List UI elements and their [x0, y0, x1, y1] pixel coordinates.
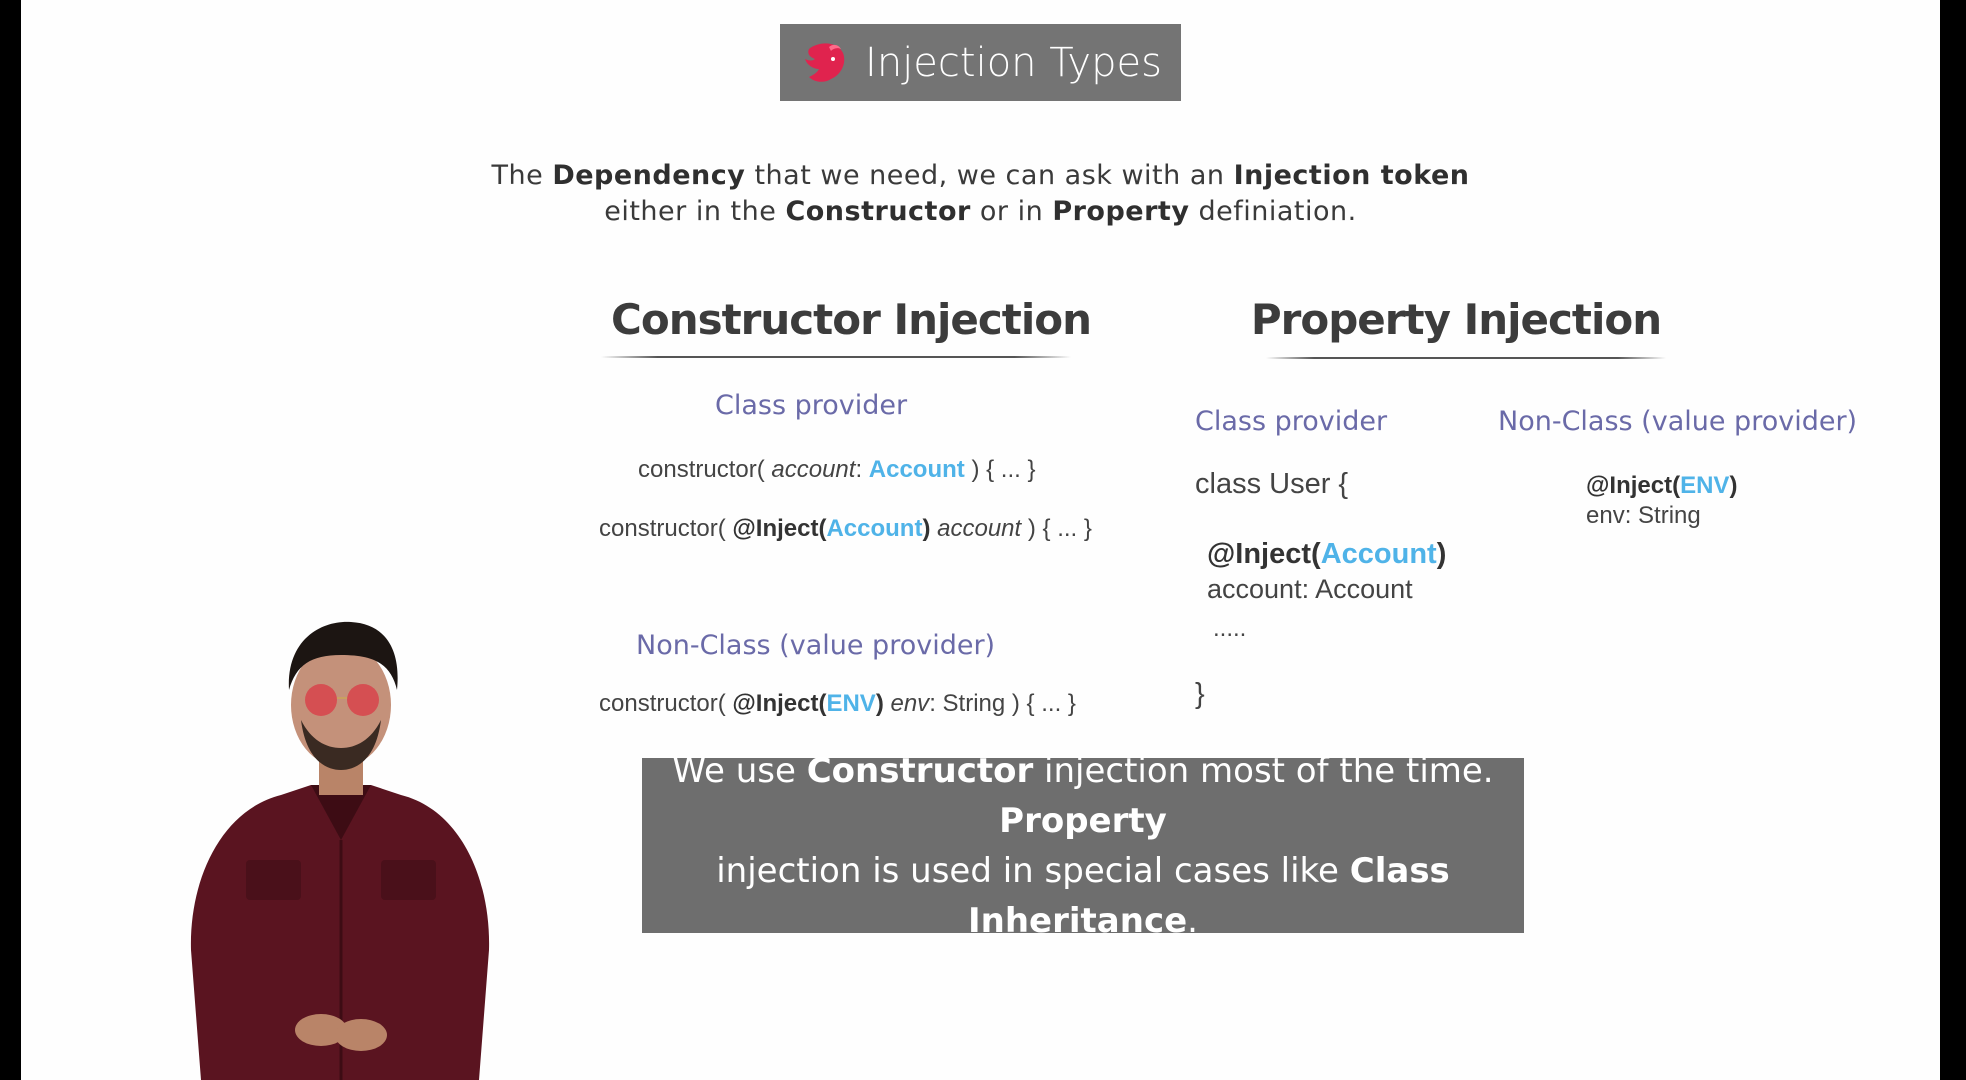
- code-text: :: [855, 456, 869, 483]
- code-param: env: [883, 690, 930, 717]
- banner-text: injection most of the time.: [1033, 750, 1494, 791]
- intro-text: or in: [970, 196, 1053, 227]
- code-text: ) { ... }: [1021, 515, 1092, 542]
- code-decorator: ): [1729, 472, 1738, 499]
- property-injection-heading: Property Injection: [1250, 295, 1662, 344]
- property-class-close: }: [1195, 678, 1205, 710]
- code-text: constructor(: [599, 515, 733, 542]
- code-type-highlight: Account: [826, 515, 923, 542]
- intro-line-2: either in the Constructor or in Property…: [21, 196, 1940, 227]
- banner-line-1: We use Constructor injection most of the…: [642, 746, 1524, 846]
- intro-keyword: Constructor: [785, 196, 971, 227]
- intro-keyword: Injection token: [1233, 160, 1470, 191]
- constructor-class-code-2: constructor( @Inject(Account) account ) …: [599, 515, 1092, 543]
- constructor-class-code-1: constructor( account: Account ) { ... }: [638, 456, 1035, 484]
- property-class-provider-label: Class provider: [1195, 406, 1388, 437]
- code-param: account: [930, 515, 1022, 542]
- property-env-inject-decorator: @Inject(ENV): [1586, 472, 1737, 500]
- code-text: ) { ... }: [964, 456, 1036, 483]
- code-text: : String ) { ... }: [929, 690, 1076, 717]
- constructor-class-provider-label: Class provider: [715, 390, 908, 421]
- slide: P ıl Injection Types The Dependency that…: [21, 0, 1940, 1080]
- property-non-class-label: Non-Class (value provider): [1498, 406, 1858, 437]
- code-decorator: ): [875, 690, 884, 717]
- property-heading-rule: [1266, 357, 1666, 359]
- nestjs-logo-icon: [805, 42, 845, 82]
- intro-text: The: [491, 160, 553, 191]
- intro-line-1: The Dependency that we need, we can ask …: [21, 160, 1940, 191]
- intro-keyword: Property: [1052, 196, 1190, 227]
- banner-keyword: Property: [999, 800, 1167, 841]
- property-env-line: env: String: [1586, 502, 1701, 529]
- code-decorator: @Inject(: [732, 690, 827, 717]
- code-decorator: @Inject(: [1207, 538, 1321, 570]
- code-decorator: @Inject(: [732, 515, 827, 542]
- constructor-heading-rule: [601, 356, 1071, 358]
- code-text: constructor(: [599, 690, 733, 717]
- code-decorator: ): [1436, 538, 1447, 570]
- constructor-injection-heading: Constructor Injection: [611, 295, 1092, 344]
- banner-text: injection is used in special cases like: [716, 850, 1350, 891]
- banner-text: .: [1187, 900, 1198, 941]
- code-token-highlight: ENV: [1680, 472, 1730, 499]
- property-ellipsis: .....: [1213, 615, 1247, 642]
- banner-text: We use: [672, 750, 807, 791]
- property-class-line: class User {: [1195, 468, 1349, 500]
- code-text: constructor(: [638, 456, 772, 483]
- page-title: Injection Types: [865, 39, 1162, 86]
- intro-text: that we need, we can ask with an: [745, 160, 1234, 191]
- constructor-non-class-label: Non-Class (value provider): [636, 630, 996, 661]
- property-account-line: account: Account: [1207, 574, 1413, 604]
- code-type-highlight: Account: [1320, 538, 1437, 570]
- intro-text: either in the: [604, 196, 786, 227]
- title-bar: Injection Types: [780, 24, 1181, 101]
- code-decorator: @Inject(: [1586, 472, 1681, 499]
- intro-text: definiation.: [1189, 196, 1357, 227]
- constructor-value-code: constructor( @Inject(ENV) env: String ) …: [599, 690, 1076, 718]
- presenter-video: [190, 621, 490, 1080]
- banner-keyword: Constructor: [806, 750, 1034, 791]
- intro-keyword: Dependency: [552, 160, 746, 191]
- property-inject-decorator: @Inject(Account): [1207, 538, 1446, 571]
- code-param: account: [771, 456, 856, 483]
- banner-line-2: injection is used in special cases like …: [642, 846, 1524, 946]
- code-token-highlight: ENV: [826, 690, 876, 717]
- summary-banner: We use Constructor injection most of the…: [642, 751, 1524, 941]
- code-type-highlight: Account: [868, 456, 965, 483]
